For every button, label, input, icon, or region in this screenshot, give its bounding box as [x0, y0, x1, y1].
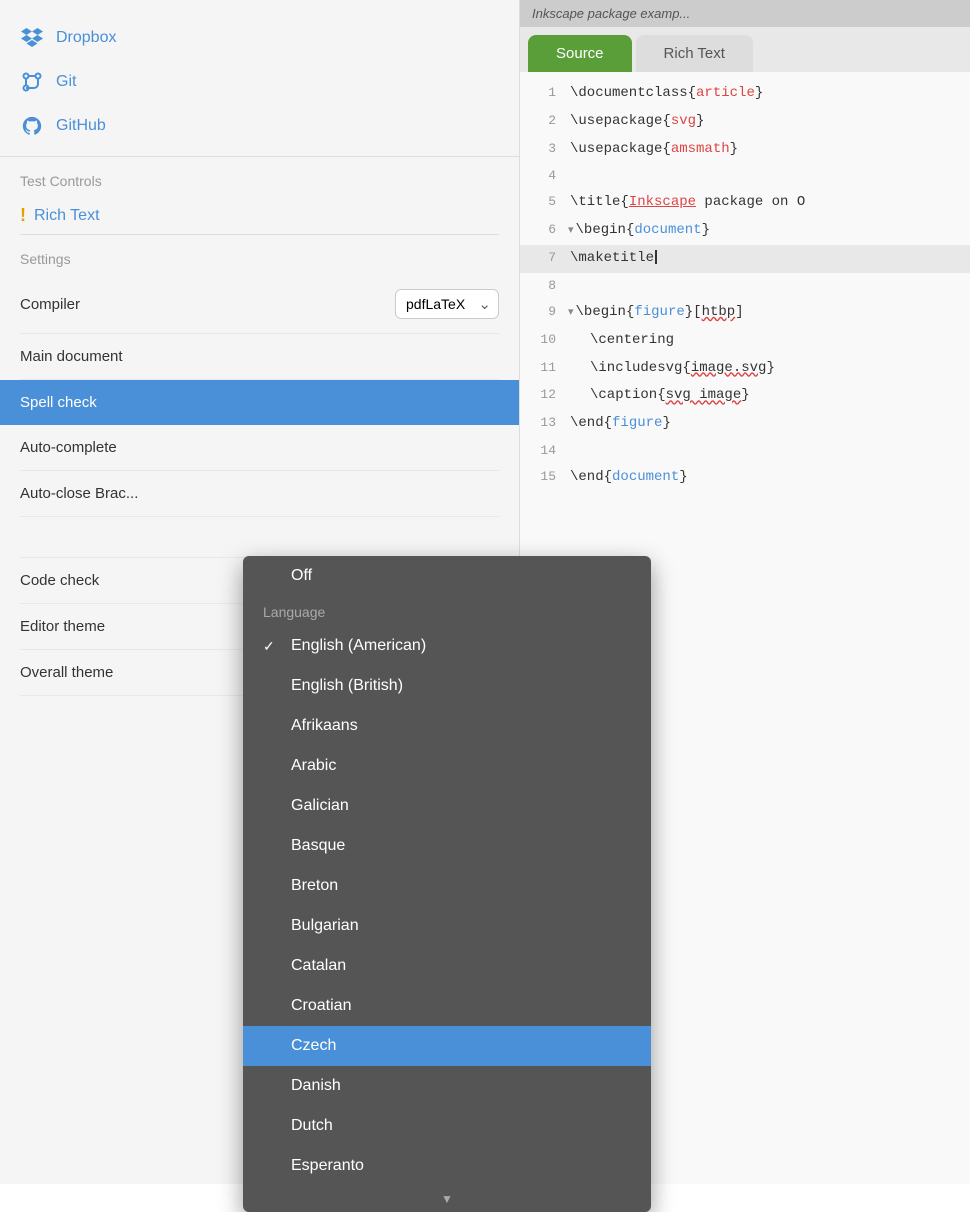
code-line-12: 12 \caption{svg image}	[520, 382, 970, 410]
auto-complete-label: Auto-complete	[20, 439, 117, 456]
dropdown-item-catalan[interactable]: Catalan	[243, 946, 651, 986]
auto-close-row[interactable]: Auto-close Brac...	[20, 471, 499, 517]
code-line-5: 5 \title{Inkscape package on O	[520, 189, 970, 217]
code-line-11: 11 \includesvg{image.svg}	[520, 355, 970, 383]
galician-label: Galician	[291, 797, 349, 815]
spell-check-row[interactable]: Spell check	[0, 380, 519, 425]
editor-title-banner: Inkscape package examp...	[520, 0, 970, 27]
dropbox-icon	[20, 26, 44, 50]
git-label: Git	[56, 73, 76, 91]
off-label: Off	[291, 567, 312, 585]
code-line-2: 2 \usepackage{svg}	[520, 108, 970, 136]
exclamation-icon: !	[20, 205, 26, 226]
esperanto-label: Esperanto	[291, 1157, 364, 1175]
compiler-select-wrapper[interactable]: pdfLaTeX LaTeX XeLaTeX LuaLaTeX	[395, 289, 499, 319]
compiler-row: Compiler pdfLaTeX LaTeX XeLaTeX LuaLaTeX	[20, 275, 499, 334]
code-line-4: 4	[520, 163, 970, 189]
dropdown-item-basque[interactable]: Basque	[243, 826, 651, 866]
dropdown-item-arabic[interactable]: Arabic	[243, 746, 651, 786]
bulgarian-label: Bulgarian	[291, 917, 359, 935]
dropdown-item-bulgarian[interactable]: Bulgarian	[243, 906, 651, 946]
dropdown-item-breton[interactable]: Breton	[243, 866, 651, 906]
settings-label: Settings	[20, 234, 499, 275]
dropdown-item-danish[interactable]: Danish	[243, 1066, 651, 1106]
code-line-8: 8	[520, 273, 970, 299]
basque-label: Basque	[291, 837, 345, 855]
code-line-15: 15 \end{document}	[520, 464, 970, 492]
code-line-7: 7 \maketitle	[520, 245, 970, 273]
dropdown-off[interactable]: Off	[243, 556, 651, 596]
dropbox-label: Dropbox	[56, 29, 116, 47]
auto-close-label: Auto-close Brac...	[20, 485, 138, 502]
afrikaans-label: Afrikaans	[291, 717, 358, 735]
git-icon	[20, 70, 44, 94]
spell-check-dropdown[interactable]: Off Language ✓ English (American) Englis…	[243, 556, 651, 1212]
dropdown-scroll-indicator: ▼	[243, 1186, 651, 1212]
sidebar-item-github[interactable]: GitHub	[20, 104, 499, 148]
tab-richtext[interactable]: Rich Text	[636, 35, 753, 72]
english-american-checkmark: ✓	[263, 638, 279, 655]
main-document-row[interactable]: Main document	[20, 334, 499, 380]
editor-theme-label: Editor theme	[20, 618, 105, 635]
sidebar-item-richtext[interactable]: ! Rich Text	[0, 197, 519, 234]
english-american-label: English (American)	[291, 637, 426, 655]
code-line-1: 1 \documentclass{article}	[520, 80, 970, 108]
editor-tabs: Source Rich Text	[520, 27, 970, 72]
main-document-label: Main document	[20, 348, 123, 365]
dropdown-item-dutch[interactable]: Dutch	[243, 1106, 651, 1146]
dropdown-item-english-british[interactable]: English (British)	[243, 666, 651, 706]
tab-source[interactable]: Source	[528, 35, 632, 72]
code-line-13: 13 \end{figure}	[520, 410, 970, 438]
dropdown-item-english-american[interactable]: ✓ English (American)	[243, 626, 651, 666]
czech-label: Czech	[291, 1037, 336, 1055]
danish-label: Danish	[291, 1077, 341, 1095]
dropdown-item-czech[interactable]: Czech	[243, 1026, 651, 1066]
sidebar-nav: Dropbox Git GitHub	[0, 0, 519, 148]
catalan-label: Catalan	[291, 957, 346, 975]
code-line-3: 3 \usepackage{amsmath}	[520, 136, 970, 164]
dropdown-item-afrikaans[interactable]: Afrikaans	[243, 706, 651, 746]
language-header-label: Language	[263, 604, 325, 620]
compiler-label: Compiler	[20, 296, 80, 313]
overall-theme-label: Overall theme	[20, 664, 113, 681]
compiler-select[interactable]: pdfLaTeX LaTeX XeLaTeX LuaLaTeX	[395, 289, 499, 319]
english-british-label: English (British)	[291, 677, 403, 695]
auto-complete-row[interactable]: Auto-complete	[20, 425, 499, 471]
arabic-label: Arabic	[291, 757, 336, 775]
code-line-14: 14	[520, 438, 970, 464]
spell-check-label: Spell check	[20, 394, 97, 411]
rich-text-label: Rich Text	[34, 207, 100, 225]
dropdown-item-croatian[interactable]: Croatian	[243, 986, 651, 1026]
croatian-label: Croatian	[291, 997, 351, 1015]
github-icon	[20, 114, 44, 138]
code-line-9: 9 ▾ \begin{figure}[htbp]	[520, 299, 970, 327]
test-controls-label: Test Controls	[0, 156, 519, 197]
code-line-6: 6 ▾ \begin{document}	[520, 217, 970, 245]
sidebar-item-git[interactable]: Git	[20, 60, 499, 104]
dropdown-item-esperanto[interactable]: Esperanto	[243, 1146, 651, 1186]
dropdown-item-galician[interactable]: Galician	[243, 786, 651, 826]
dropdown-language-header: Language	[243, 596, 651, 626]
dutch-label: Dutch	[291, 1117, 333, 1135]
sidebar-item-dropbox[interactable]: Dropbox	[20, 16, 499, 60]
code-line-10: 10 \centering	[520, 327, 970, 355]
spacer-row	[20, 517, 499, 558]
code-check-label: Code check	[20, 572, 99, 589]
breton-label: Breton	[291, 877, 338, 895]
github-label: GitHub	[56, 117, 106, 135]
